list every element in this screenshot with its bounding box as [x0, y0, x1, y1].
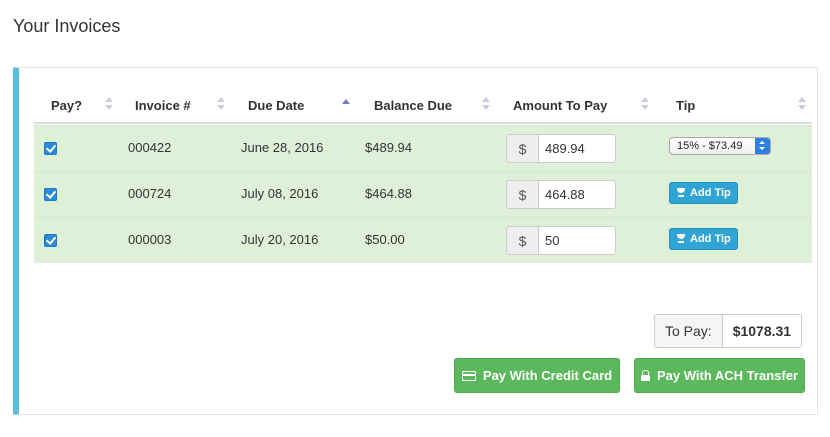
add-tip-label: Add Tip — [690, 187, 731, 199]
amount-input-group: $ — [506, 134, 616, 163]
pay-credit-card-button[interactable]: Pay With Credit Card — [454, 358, 620, 393]
amount-input-group: $ — [506, 180, 616, 209]
currency-addon: $ — [506, 226, 538, 255]
page-title: Your Invoices — [13, 16, 121, 36]
sort-icon[interactable] — [641, 97, 649, 111]
add-tip-button[interactable]: Add Tip — [669, 182, 738, 204]
balance-due: $50.00 — [365, 232, 405, 247]
header-amount-to-pay[interactable]: Amount To Pay — [513, 98, 607, 113]
table-row: 000724 July 08, 2016 $464.88 $ Add Tip — [34, 171, 812, 217]
invoices-panel: Pay? Invoice # Due Date Balance Due Amou… — [13, 67, 818, 415]
add-tip-label: Add Tip — [690, 233, 731, 245]
header-due-date[interactable]: Due Date — [248, 98, 304, 113]
pay-ach-label: Pay With ACH Transfer — [657, 368, 798, 383]
credit-card-icon — [461, 370, 476, 381]
to-pay-summary: To Pay: $1078.31 — [654, 314, 803, 348]
table-row: 000003 July 20, 2016 $50.00 $ Add Tip — [34, 217, 812, 263]
due-date: July 08, 2016 — [241, 186, 319, 201]
amount-to-pay-input[interactable] — [538, 134, 616, 163]
trophy-icon — [676, 188, 686, 198]
table-header: Pay? Invoice # Due Date Balance Due Amou… — [34, 88, 812, 124]
tip-select-value: 15% - $73.49 — [677, 140, 743, 152]
balance-due: $464.88 — [365, 186, 412, 201]
sort-icon[interactable] — [105, 97, 113, 111]
pay-ach-button[interactable]: Pay With ACH Transfer — [634, 358, 805, 393]
pay-checkbox[interactable] — [44, 188, 57, 201]
tip-select[interactable]: 15% - $73.49 — [669, 137, 771, 155]
balance-due: $489.94 — [365, 140, 412, 155]
sort-icon[interactable] — [217, 97, 225, 111]
header-pay[interactable]: Pay? — [51, 98, 82, 113]
invoice-number: 000724 — [128, 186, 172, 201]
to-pay-value: $1078.31 — [721, 314, 803, 348]
table-row: 000422 June 28, 2016 $489.94 $ 15% - $73… — [34, 125, 812, 171]
invoice-number: 000003 — [128, 232, 172, 247]
currency-addon: $ — [506, 134, 538, 163]
lock-icon — [641, 370, 650, 381]
due-date: July 20, 2016 — [241, 232, 319, 247]
add-tip-button[interactable]: Add Tip — [669, 228, 738, 250]
invoice-number: 000422 — [128, 140, 172, 155]
sort-asc-icon[interactable] — [342, 97, 350, 111]
select-arrows-icon — [755, 138, 770, 154]
amount-input-group: $ — [506, 226, 616, 255]
sort-icon[interactable] — [482, 97, 490, 111]
pay-credit-card-label: Pay With Credit Card — [482, 368, 613, 383]
amount-to-pay-input[interactable] — [538, 180, 616, 209]
header-invoice[interactable]: Invoice # — [135, 98, 191, 113]
sort-icon[interactable] — [798, 97, 806, 111]
due-date: June 28, 2016 — [241, 140, 324, 155]
pay-checkbox[interactable] — [44, 234, 57, 247]
header-tip[interactable]: Tip — [676, 98, 695, 113]
trophy-icon — [676, 234, 686, 244]
header-balance-due[interactable]: Balance Due — [374, 98, 452, 113]
pay-checkbox[interactable] — [44, 142, 57, 155]
to-pay-label: To Pay: — [654, 314, 722, 348]
currency-addon: $ — [506, 180, 538, 209]
amount-to-pay-input[interactable] — [538, 226, 616, 255]
